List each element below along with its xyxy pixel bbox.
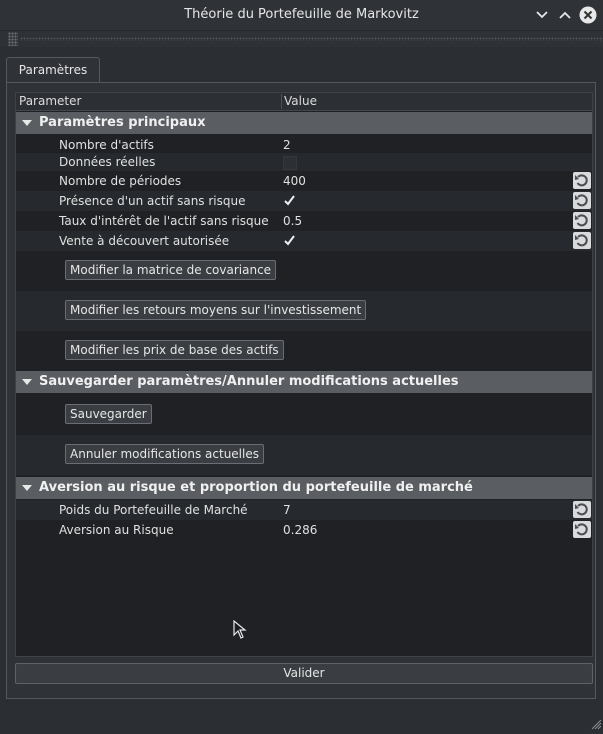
modify-returns-button[interactable]: Modifier les retours moyens sur l'invest…: [65, 300, 367, 320]
section-title: Sauvegarder paramètres/Annuler modificat…: [39, 374, 459, 389]
title-bar[interactable]: Théorie du Portefeuille de Markovitz: [0, 0, 603, 31]
table-row[interactable]: Données réelles: [16, 153, 592, 171]
mouse-cursor-icon: [233, 620, 247, 639]
button-row: Modifier les prix de base des actifs: [16, 331, 592, 371]
section-parametres-principaux[interactable]: Paramètres principaux: [16, 112, 592, 134]
row-label: Nombre de périodes: [59, 174, 182, 188]
table-row[interactable]: Taux d'intérêt de l'actif sans risque 0.…: [16, 211, 592, 231]
row-value[interactable]: 2: [283, 135, 291, 155]
undo-icon: [575, 214, 588, 227]
window-title: Théorie du Portefeuille de Markovitz: [184, 7, 419, 22]
checkbox-donnees-reelles[interactable]: [283, 156, 297, 170]
maximize-button[interactable]: [556, 6, 574, 24]
column-header-value[interactable]: Value: [284, 93, 317, 110]
validate-button[interactable]: Valider: [15, 663, 593, 684]
undo-icon: [575, 523, 588, 536]
row-label: Taux d'intérêt de l'actif sans risque: [59, 214, 269, 228]
reset-button[interactable]: [573, 212, 591, 229]
cancel-changes-button[interactable]: Annuler modifications actuelles: [65, 444, 264, 464]
button-row: Annuler modifications actuelles: [16, 435, 592, 475]
reset-button[interactable]: [573, 501, 591, 518]
undo-icon: [575, 234, 588, 247]
row-label: Aversion au Risque: [59, 523, 174, 537]
table-row[interactable]: Vente à découvert autorisée: [16, 231, 592, 251]
row-label: Présence d'un actif sans risque: [59, 194, 246, 208]
minimize-button[interactable]: [533, 6, 551, 24]
row-label: Vente à découvert autorisée: [59, 234, 230, 248]
expand-triangle-icon[interactable]: [22, 485, 32, 491]
expand-triangle-icon[interactable]: [22, 379, 32, 385]
undo-icon: [575, 194, 588, 207]
app-window: Théorie du Portefeuille de Markovitz Par…: [0, 0, 603, 734]
row-label: Poids du Portefeuille de Marché: [59, 503, 248, 517]
row-value[interactable]: 0.286: [283, 520, 317, 540]
close-button[interactable]: [579, 6, 597, 24]
table-header: Parameter Value: [16, 93, 592, 111]
property-table: Parameter Value Paramètres principaux No…: [15, 92, 593, 657]
section-aversion-risque[interactable]: Aversion au risque et proportion du port…: [16, 477, 592, 499]
button-row: Sauvegarder: [16, 395, 592, 435]
undo-icon: [575, 503, 588, 516]
table-row[interactable]: Aversion au Risque 0.286: [16, 520, 592, 540]
row-value[interactable]: 7: [283, 500, 291, 520]
table-row[interactable]: Présence d'un actif sans risque: [16, 191, 592, 211]
chevron-up-icon: [559, 11, 571, 19]
expand-triangle-icon[interactable]: [22, 120, 32, 126]
toolbar-separator: [20, 37, 603, 41]
chevron-down-icon: [536, 11, 548, 19]
table-row[interactable]: Nombre d'actifs 2: [16, 135, 592, 155]
button-row: Modifier les retours moyens sur l'invest…: [16, 291, 592, 331]
tab-parametres[interactable]: Paramètres: [6, 57, 100, 83]
row-value[interactable]: 0.5: [283, 211, 302, 231]
undo-icon: [575, 174, 588, 187]
section-title: Paramètres principaux: [39, 115, 206, 130]
save-button[interactable]: Sauvegarder: [65, 404, 152, 424]
close-icon: [579, 6, 597, 24]
reset-button[interactable]: [573, 232, 591, 249]
table-row[interactable]: Nombre de périodes 400: [16, 171, 592, 191]
table-row[interactable]: Poids du Portefeuille de Marché 7: [16, 500, 592, 520]
reset-button[interactable]: [573, 521, 591, 538]
row-value[interactable]: 400: [283, 171, 306, 191]
modify-prices-button[interactable]: Modifier les prix de base des actifs: [65, 340, 284, 360]
resize-grip-icon[interactable]: [590, 718, 602, 730]
row-label: Données réelles: [59, 155, 156, 169]
button-row: Modifier la matrice de covariance: [16, 251, 592, 291]
row-label: Nombre d'actifs: [59, 138, 154, 152]
checkmark-icon[interactable]: [283, 234, 296, 247]
toolbar-grip[interactable]: [0, 31, 603, 47]
reset-button[interactable]: [573, 172, 591, 189]
grip-handle-icon[interactable]: [8, 32, 18, 46]
column-header-parameter[interactable]: Parameter: [19, 93, 81, 110]
section-title: Aversion au risque et proportion du port…: [39, 480, 473, 495]
checkmark-icon[interactable]: [283, 194, 296, 207]
modify-covariance-button[interactable]: Modifier la matrice de covariance: [65, 260, 277, 280]
column-divider[interactable]: [281, 94, 282, 109]
reset-button[interactable]: [573, 192, 591, 209]
section-sauvegarder[interactable]: Sauvegarder paramètres/Annuler modificat…: [16, 371, 592, 393]
